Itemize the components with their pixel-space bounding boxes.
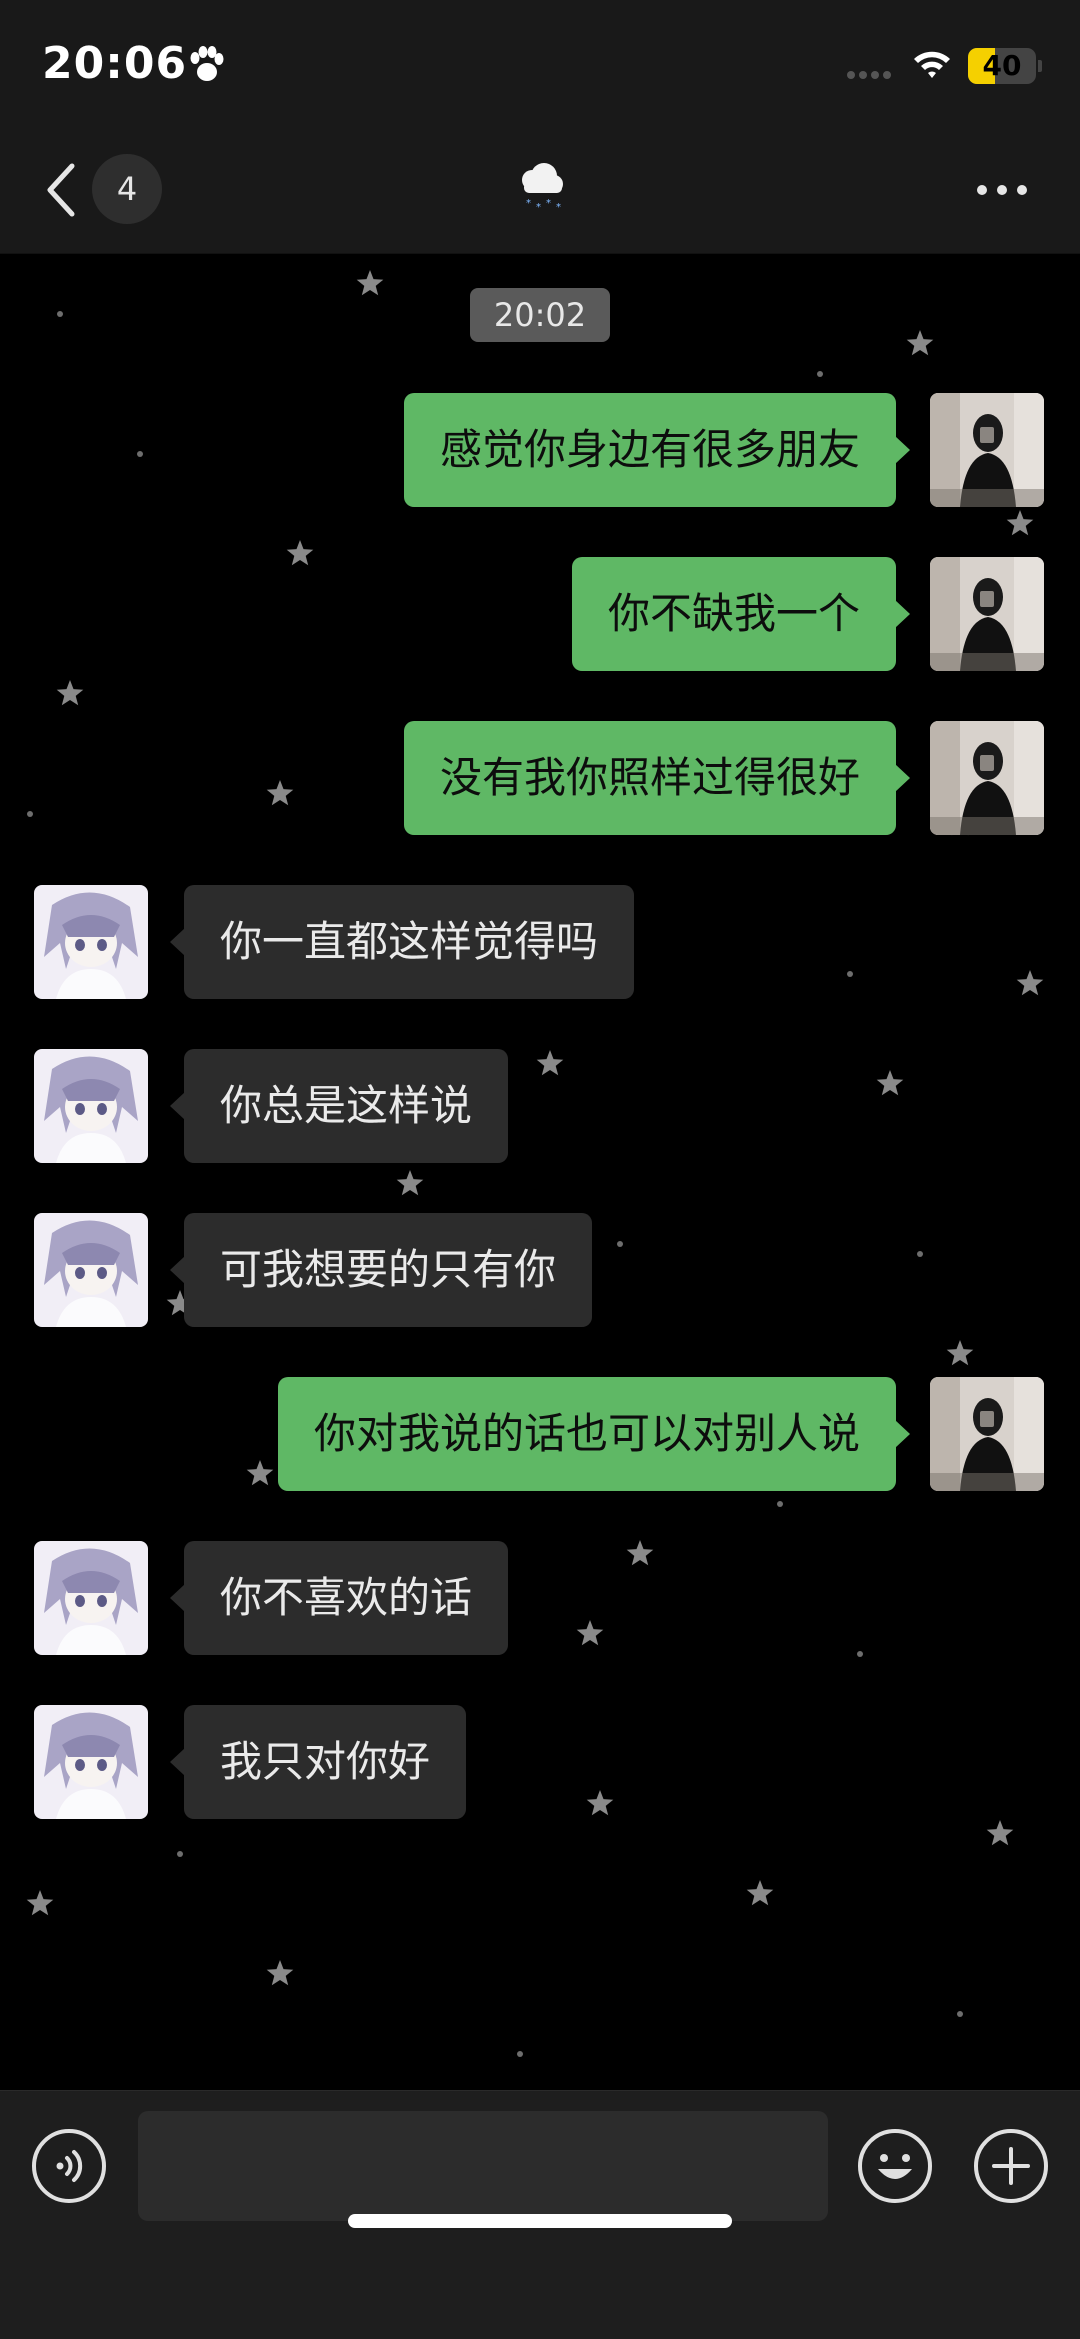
- message-bubble[interactable]: 你对我说的话也可以对别人说: [277, 1377, 911, 1491]
- message-bubble[interactable]: 感觉你身边有很多朋友: [403, 393, 911, 507]
- svg-text:*: *: [546, 198, 551, 209]
- message-row-outgoing: 你不缺我一个: [0, 557, 1080, 673]
- sparkle-dot: [517, 2051, 523, 2057]
- message-bubble[interactable]: 你一直都这样觉得吗: [169, 885, 635, 999]
- chat-header: 4 * * * *: [0, 130, 1080, 254]
- svg-text:*: *: [556, 202, 561, 213]
- star-decoration: [1006, 510, 1034, 536]
- chat-screen: 20:06 40 4 * * * * 20:02 感觉你身边有很多朋友 你不缺我…: [0, 0, 1080, 2339]
- avatar-contact[interactable]: [34, 885, 148, 999]
- star-decoration: [266, 1960, 294, 1986]
- star-decoration: [356, 270, 384, 296]
- status-bar: 20:06 40: [0, 0, 1080, 130]
- sparkle-dot: [777, 1501, 783, 1507]
- paw-icon: [190, 46, 224, 81]
- battery-level: 40: [982, 49, 1022, 82]
- wifi-icon: [914, 51, 950, 78]
- snow-cloud-icon[interactable]: * * * *: [510, 156, 570, 216]
- emoji-icon[interactable]: [856, 2127, 934, 2205]
- star-decoration: [396, 1170, 424, 1196]
- star-decoration: [906, 330, 934, 356]
- message-bubble[interactable]: 没有我你照样过得很好: [403, 721, 911, 835]
- star-decoration: [746, 1880, 774, 1906]
- avatar-self[interactable]: [930, 1377, 1044, 1491]
- message-row-incoming: 可我想要的只有你: [0, 1213, 1080, 1329]
- star-decoration: [986, 1820, 1014, 1846]
- message-timestamp: 20:02: [470, 288, 610, 342]
- message-row-incoming: 你总是这样说: [0, 1049, 1080, 1165]
- message-bubble[interactable]: 你不缺我一个: [571, 557, 911, 671]
- avatar-contact[interactable]: [34, 1705, 148, 1819]
- message-bubble[interactable]: 我只对你好: [169, 1705, 467, 1819]
- status-time: 20:06: [42, 38, 188, 89]
- battery-indicator: 40: [968, 48, 1036, 84]
- message-row-outgoing: 感觉你身边有很多朋友: [0, 393, 1080, 509]
- avatar-contact[interactable]: [34, 1213, 148, 1327]
- star-decoration: [946, 1340, 974, 1366]
- avatar-self[interactable]: [930, 721, 1044, 835]
- svg-text:*: *: [526, 198, 531, 209]
- message-bubble[interactable]: 你总是这样说: [169, 1049, 509, 1163]
- message-row-incoming: 我只对你好: [0, 1705, 1080, 1821]
- svg-text:*: *: [536, 202, 541, 213]
- message-row-outgoing: 没有我你照样过得很好: [0, 721, 1080, 837]
- voice-icon[interactable]: [30, 2127, 108, 2205]
- sparkle-dot: [817, 371, 823, 377]
- avatar-self[interactable]: [930, 393, 1044, 507]
- message-bubble[interactable]: 你不喜欢的话: [169, 1541, 509, 1655]
- signal-icon: [847, 71, 891, 79]
- star-decoration: [56, 680, 84, 706]
- message-row-incoming: 你不喜欢的话: [0, 1541, 1080, 1657]
- star-decoration: [26, 1890, 54, 1916]
- avatar-contact[interactable]: [34, 1049, 148, 1163]
- unread-count-badge[interactable]: 4: [92, 154, 162, 224]
- more-options-icon[interactable]: [974, 180, 1030, 200]
- message-row-outgoing: 你对我说的话也可以对别人说: [0, 1377, 1080, 1493]
- avatar-contact[interactable]: [34, 1541, 148, 1655]
- home-indicator[interactable]: [348, 2214, 732, 2228]
- message-input[interactable]: [138, 2111, 828, 2221]
- message-row-incoming: 你一直都这样觉得吗: [0, 885, 1080, 1001]
- avatar-self[interactable]: [930, 557, 1044, 671]
- back-icon[interactable]: [42, 160, 78, 220]
- sparkle-dot: [177, 1851, 183, 1857]
- message-list[interactable]: 20:02 感觉你身边有很多朋友 你不缺我一个 没有我你照样过得很好 你一直都这…: [0, 254, 1080, 2090]
- sparkle-dot: [957, 2011, 963, 2017]
- message-bubble[interactable]: 可我想要的只有你: [169, 1213, 593, 1327]
- plus-icon[interactable]: [972, 2127, 1050, 2205]
- battery-tip: [1038, 60, 1042, 72]
- sparkle-dot: [57, 311, 63, 317]
